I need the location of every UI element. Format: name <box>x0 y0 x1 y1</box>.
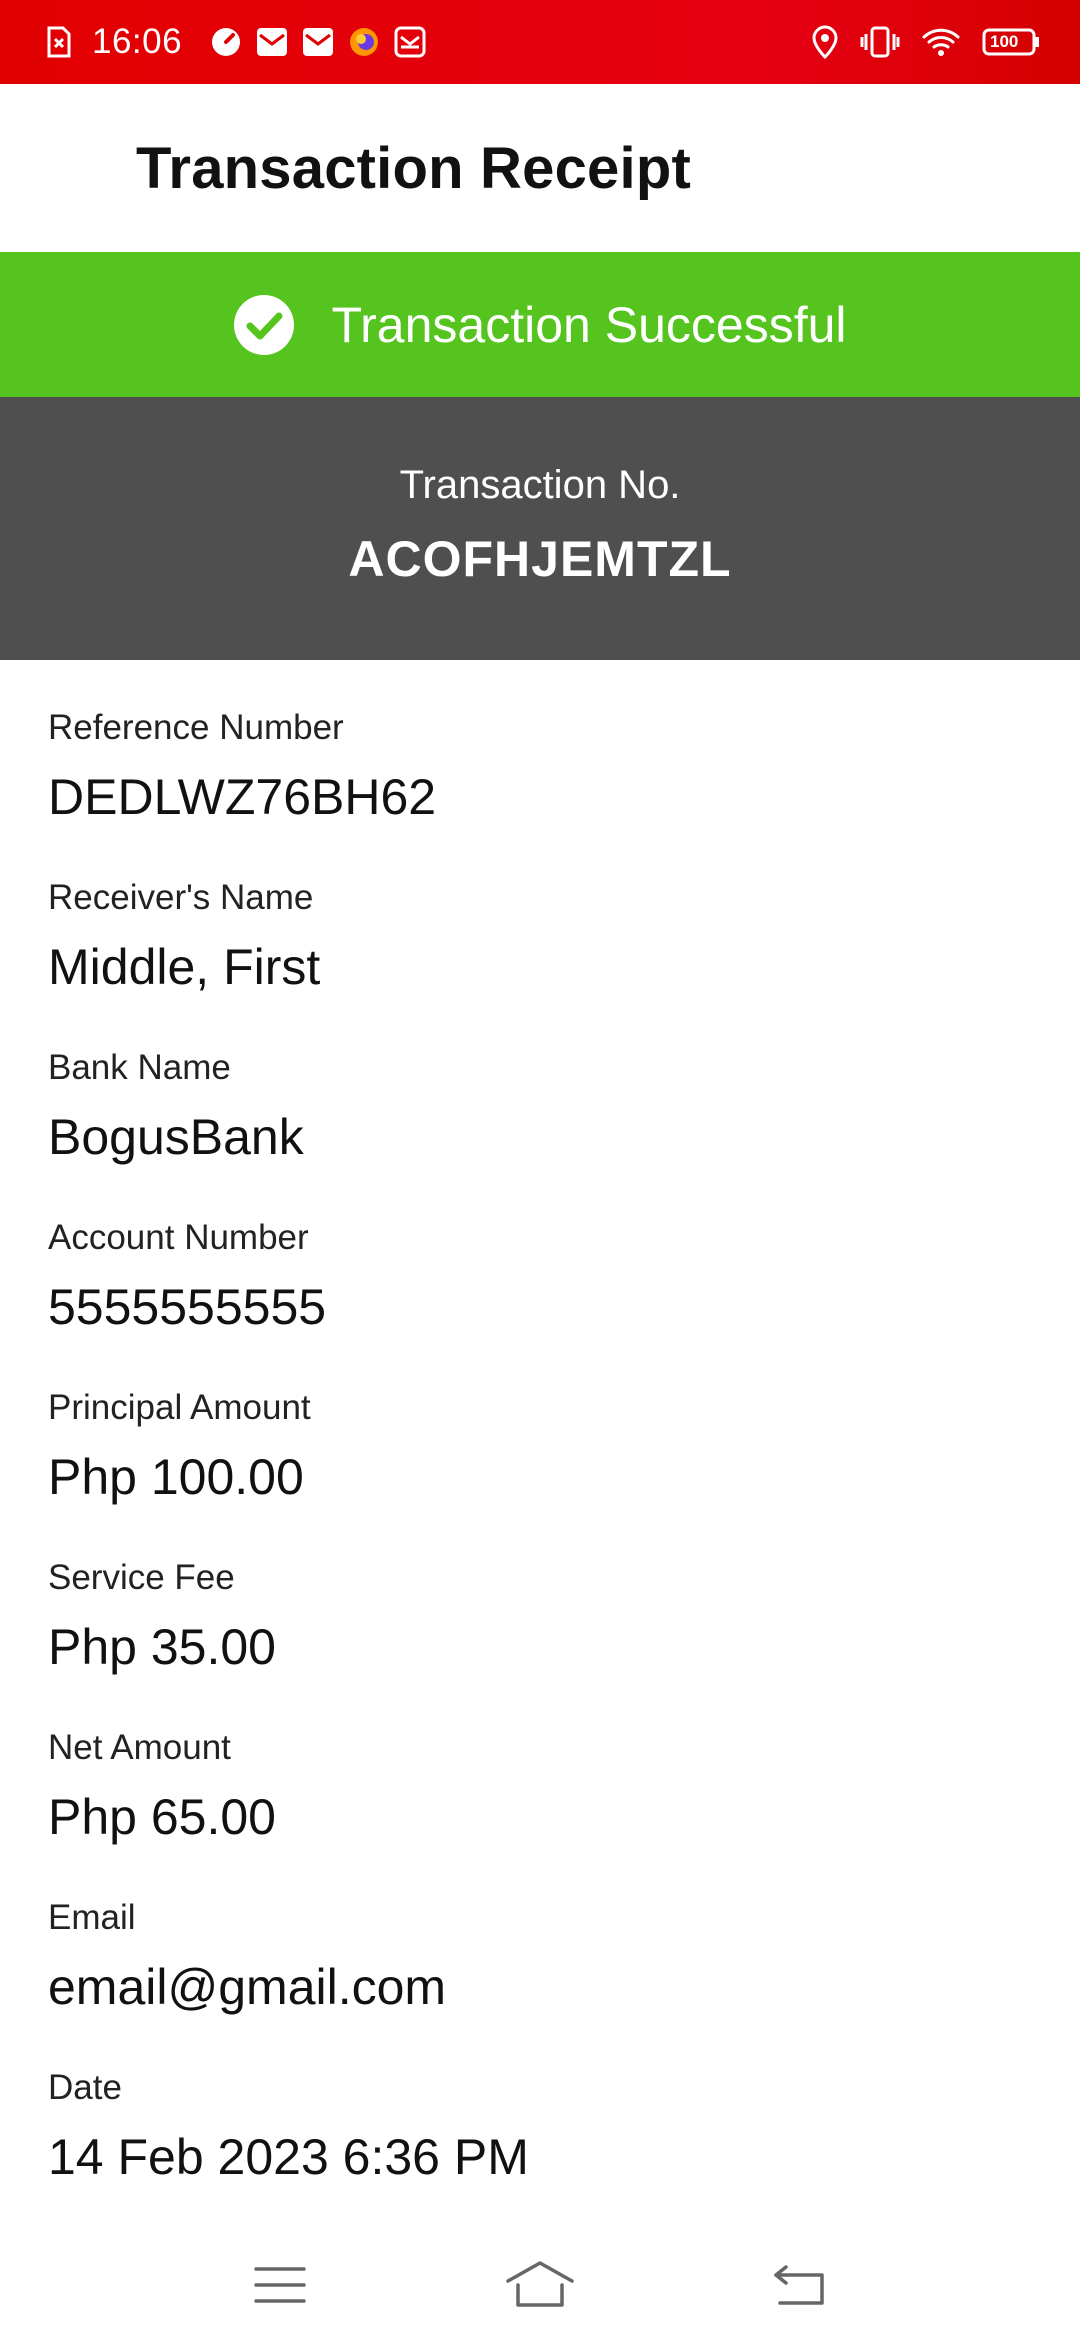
field-label: Principal Amount <box>48 1388 311 1427</box>
field-label: Net Amount <box>48 1728 231 1767</box>
vibrate-icon <box>860 26 900 58</box>
mail-icon <box>256 27 288 57</box>
field-label: Account Number <box>48 1218 309 1257</box>
date-field: Date 14 Feb 2023 6:36 PM <box>48 2068 529 2186</box>
home-icon <box>506 2261 574 2307</box>
battery-level: 100 <box>990 32 1019 51</box>
app-header: Transaction Receipt <box>0 84 1080 252</box>
email-field: Email email@gmail.com <box>48 1898 446 2016</box>
home-button[interactable] <box>490 2245 590 2325</box>
page-title: Transaction Receipt <box>136 135 691 201</box>
field-value: DEDLWZ76BH62 <box>48 769 437 825</box>
field-label: Email <box>48 1898 136 1937</box>
location-icon <box>812 25 838 59</box>
field-value: 14 Feb 2023 6:36 PM <box>48 2129 529 2185</box>
field-value: Middle, First <box>48 939 321 995</box>
net-amount-field: Net Amount Php 65.00 <box>48 1728 276 1846</box>
back-icon <box>774 2265 824 2305</box>
success-banner: Transaction Successful <box>0 252 1080 397</box>
field-value: 5555555555 <box>48 1279 327 1335</box>
status-time: 16:06 <box>92 22 183 61</box>
receipt-details: Reference Number DEDLWZ76BH62 Receiver's… <box>0 660 1080 2230</box>
field-label: Service Fee <box>48 1558 235 1597</box>
screen: 16:06 100 Transaction Receipt Transactio… <box>0 0 1080 2340</box>
firefox-icon <box>348 26 380 58</box>
field-label: Receiver's Name <box>48 878 314 917</box>
bank-name-field: Bank Name BogusBank <box>48 1048 304 1166</box>
field-value: Php 100.00 <box>48 1449 304 1505</box>
field-label: Bank Name <box>48 1048 231 1087</box>
menu-icon <box>254 2267 306 2303</box>
account-number-field: Account Number 5555555555 <box>48 1218 326 1336</box>
status-bar: 16:06 100 <box>0 0 1080 84</box>
field-label: Date <box>48 2068 122 2107</box>
field-value: BogusBank <box>48 1109 304 1165</box>
back-button[interactable] <box>750 2245 850 2325</box>
service-fee-field: Service Fee Php 35.00 <box>48 1558 276 1676</box>
success-text: Transaction Successful <box>331 296 847 353</box>
receiver-name-field: Receiver's Name Middle, First <box>48 878 320 996</box>
transaction-number-label: Transaction No. <box>399 463 681 507</box>
transaction-number-value: ACOFHJEMTZL <box>348 531 732 587</box>
battery-icon: 100 <box>982 28 1040 56</box>
sim-off-icon <box>46 26 72 58</box>
field-label: Reference Number <box>48 708 344 747</box>
field-value: Php 65.00 <box>48 1789 276 1845</box>
inbox-icon <box>394 26 426 58</box>
field-value: email@gmail.com <box>48 1959 447 2015</box>
wifi-icon <box>922 27 960 57</box>
principal-amount-field: Principal Amount Php 100.00 <box>48 1388 311 1506</box>
field-value: Php 35.00 <box>48 1619 276 1675</box>
menu-button[interactable] <box>230 2245 330 2325</box>
check-circle-icon <box>234 294 295 355</box>
system-nav-bar <box>0 2230 1080 2340</box>
reference-number-field: Reference Number DEDLWZ76BH62 <box>48 708 436 826</box>
transaction-number-panel: Transaction No. ACOFHJEMTZL <box>0 397 1080 660</box>
speedometer-icon <box>210 26 242 58</box>
mail-icon <box>302 27 334 57</box>
